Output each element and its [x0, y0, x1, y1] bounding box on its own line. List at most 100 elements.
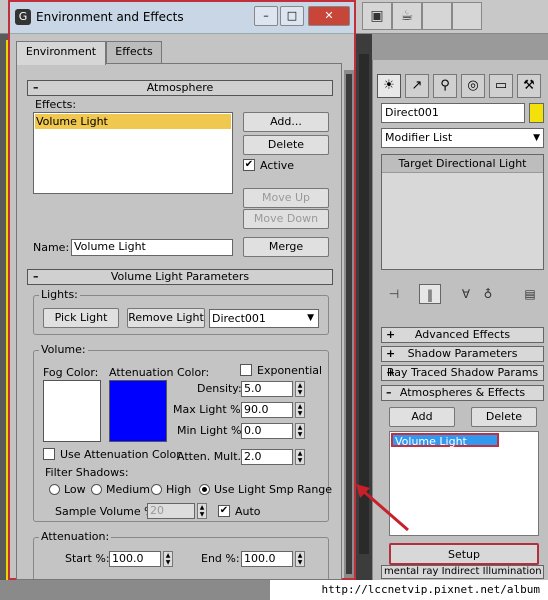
add-button[interactable]: Add...	[243, 112, 329, 132]
atten-mult-field[interactable]: 2.0	[241, 449, 293, 465]
atten-mult-spinner[interactable]: ▲ ▼	[295, 449, 305, 465]
merge-button[interactable]: Merge	[243, 237, 329, 257]
maximize-button[interactable]: □	[280, 6, 304, 26]
object-name-field[interactable]: Direct001	[381, 103, 525, 123]
min-light-spinner[interactable]: ▲ ▼	[295, 423, 305, 439]
volume-light-params-header[interactable]: – Volume Light Parameters	[27, 269, 333, 285]
rollout-shadow-parameters[interactable]: + Shadow Parameters	[381, 346, 544, 362]
move-up-button[interactable]: Move Up	[243, 188, 329, 208]
toolbar-blank-button[interactable]	[452, 2, 482, 30]
atmos-add-button[interactable]: Add	[389, 407, 455, 427]
panel-scrollbar[interactable]	[344, 70, 354, 578]
collapse-icon: –	[386, 386, 392, 399]
move-down-button[interactable]: Move Down	[243, 209, 329, 229]
chevron-down-icon: ▼	[307, 313, 314, 323]
make-unique-icon[interactable]: ∀	[455, 284, 477, 304]
min-light-field[interactable]: 0.0	[241, 423, 293, 439]
atmos-delete-button[interactable]: Delete	[471, 407, 537, 427]
max-light-label: Max Light %:	[173, 403, 245, 416]
fog-color-swatch[interactable]	[43, 380, 101, 442]
stack-item[interactable]: Target Directional Light	[382, 155, 543, 173]
title-bar[interactable]: G Environment and Effects – □ ✕	[10, 2, 354, 34]
rollout-label: Ray Traced Shadow Params	[386, 366, 539, 379]
stack-tools: ⊣ ‖ ∀ ♁ ▤	[381, 284, 544, 304]
setup-button[interactable]: Setup	[389, 543, 539, 565]
rollout-label: Volume Light Parameters	[110, 270, 250, 283]
lights-label: Lights:	[39, 288, 80, 301]
start-spinner[interactable]: ▲ ▼	[163, 551, 173, 567]
create-tab-icon[interactable]: ☀	[377, 74, 401, 98]
modifier-stack[interactable]: Target Directional Light	[381, 154, 544, 270]
effects-list[interactable]: Volume Light	[33, 112, 233, 194]
object-color-swatch[interactable]	[529, 103, 544, 123]
min-light-label: Min Light %:	[177, 424, 246, 437]
render-frame-icon[interactable]: ▣	[362, 2, 392, 30]
start-field[interactable]: 100.0	[109, 551, 161, 567]
filter-use-light-smp-label: Use Light Smp Range	[214, 483, 333, 496]
pin-stack-icon[interactable]: ⊣	[383, 284, 405, 304]
density-spinner[interactable]: ▲ ▼	[295, 381, 305, 397]
list-item[interactable]: Volume Light	[35, 114, 231, 129]
utilities-tab-icon[interactable]: ⚒	[517, 74, 541, 98]
tab-environment[interactable]: Environment	[16, 41, 106, 65]
use-attenuation-checkbox[interactable]	[43, 448, 55, 460]
filter-medium-radio[interactable]	[91, 484, 102, 495]
active-checkbox[interactable]: ✔	[243, 159, 255, 171]
effect-name-field[interactable]: Volume Light	[71, 239, 233, 256]
viewport-active-border	[0, 40, 8, 580]
filter-low-radio[interactable]	[49, 484, 60, 495]
max-light-field[interactable]: 90.0	[241, 402, 293, 418]
rollout-atmospheres-effects[interactable]: – Atmospheres & Effects	[381, 385, 544, 401]
light-select[interactable]: Direct001 ▼	[209, 309, 319, 328]
sample-volume-field[interactable]: 20	[147, 503, 195, 519]
sample-volume-spinner[interactable]: ▲ ▼	[197, 503, 207, 519]
show-end-result-icon[interactable]: ‖	[419, 284, 441, 304]
density-label: Density:	[197, 382, 242, 395]
filter-use-light-smp-radio[interactable]	[199, 484, 210, 495]
toolbar-blank-button[interactable]	[422, 2, 452, 30]
modifier-list-dropdown[interactable]: Modifier List ▼	[381, 128, 544, 148]
configure-sets-icon[interactable]: ▤	[519, 284, 541, 304]
display-tab-icon[interactable]: ▭	[489, 74, 513, 98]
chevron-down-icon: ▼	[533, 133, 540, 143]
end-field[interactable]: 100.0	[241, 551, 293, 567]
exponential-checkbox[interactable]	[240, 364, 252, 376]
attenuation-color-swatch[interactable]	[109, 380, 167, 442]
end-spinner[interactable]: ▲ ▼	[295, 551, 305, 567]
minimize-button[interactable]: –	[254, 6, 278, 26]
rollout-label: Atmosphere	[146, 81, 214, 94]
rollout-ray-traced-shadow-params[interactable]: + Ray Traced Shadow Params	[381, 365, 544, 381]
auto-label: Auto	[235, 505, 261, 518]
watermark: http://lccnetvip.pixnet.net/album	[270, 580, 548, 600]
fog-color-label: Fog Color:	[43, 366, 99, 379]
delete-button[interactable]: Delete	[243, 135, 329, 155]
remove-modifier-icon[interactable]: ♁	[477, 284, 499, 304]
filter-low-label: Low	[64, 483, 86, 496]
auto-checkbox[interactable]: ✔	[218, 505, 230, 517]
attenuation-color-label: Attenuation Color:	[109, 366, 210, 379]
exponential-label: Exponential	[257, 364, 323, 377]
tab-effects[interactable]: Effects	[106, 41, 162, 63]
rollout-mental-ray[interactable]: mental ray Indirect Illumination	[381, 565, 544, 579]
filter-medium-label: Medium	[106, 483, 150, 496]
app-logo-icon: G	[15, 9, 31, 25]
max-light-spinner[interactable]: ▲ ▼	[295, 402, 305, 418]
attenuation-label: Attenuation:	[39, 530, 112, 543]
motion-tab-icon[interactable]: ◎	[461, 74, 485, 98]
pick-light-button[interactable]: Pick Light	[43, 308, 119, 328]
active-label: Active	[260, 159, 295, 172]
remove-light-button[interactable]: Remove Light	[127, 308, 205, 328]
rollout-advanced-effects[interactable]: + Advanced Effects	[381, 327, 544, 343]
use-attenuation-label: Use Attenuation Color	[60, 448, 181, 461]
hierarchy-tab-icon[interactable]: ⚲	[433, 74, 457, 98]
density-field[interactable]: 5.0	[241, 381, 293, 397]
filter-high-radio[interactable]	[151, 484, 162, 495]
status-area	[0, 580, 270, 600]
effects-label: Effects:	[35, 98, 77, 111]
modify-tab-icon[interactable]: ↗	[405, 74, 429, 98]
teapot-render-icon[interactable]: ☕	[392, 2, 422, 30]
close-button[interactable]: ✕	[308, 6, 350, 26]
list-item[interactable]: Volume Light	[391, 433, 499, 448]
atmosphere-rollout-header[interactable]: – Atmosphere	[27, 80, 333, 96]
atten-mult-label: Atten. Mult.:	[177, 450, 245, 463]
